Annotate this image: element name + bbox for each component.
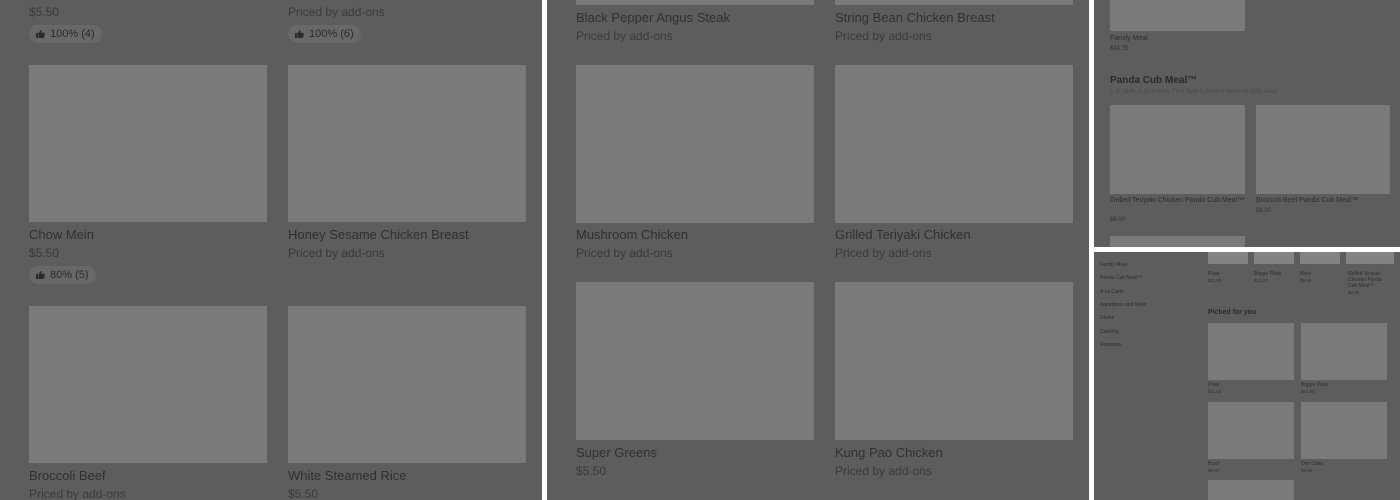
item-image: [1254, 252, 1294, 264]
item-image: [576, 282, 814, 440]
nav-item-catering[interactable]: Catering: [1100, 329, 1119, 335]
item-name: Family Meal: [1110, 35, 1148, 42]
item-price: Priced by add-ons: [835, 464, 932, 478]
item-image: [835, 282, 1073, 440]
item-image: [1256, 105, 1390, 194]
thumbs-up-icon: [295, 30, 304, 38]
item-price: $5.50: [29, 5, 60, 19]
item-price: Priced by add-ons: [29, 487, 126, 500]
item-price: Priced by add-ons: [835, 29, 932, 43]
item-price: $13.00: [1301, 389, 1315, 394]
item-name: Super Greens: [576, 445, 657, 460]
item-name: Bowl: [1300, 271, 1311, 277]
item-name: Black Pepper Angus Steak: [576, 10, 730, 25]
item-price: $6.00: [1110, 217, 1126, 223]
item-name: Grilled Teriyaki Chicken Panda Cub Meal™: [1348, 271, 1382, 289]
item-price: $9.50: [1208, 468, 1220, 473]
item-image: [288, 306, 526, 463]
item-name: Grilled Teriyaki Chicken Panda Cub Meal™: [1110, 197, 1245, 204]
item-name: Bigger Plate: [1254, 271, 1282, 277]
rating-badge: 80% (5): [29, 266, 96, 284]
item-price: $9.50: [1300, 278, 1312, 283]
item-price: $6.00: [1256, 208, 1272, 214]
item-name: Broccoli Beef: [29, 468, 106, 483]
item-name: Diet Coke: [1301, 461, 1323, 467]
item-price: Priced by add-ons: [835, 246, 932, 260]
item-image: [1208, 402, 1294, 459]
item-image: [1301, 323, 1387, 380]
item-image: [1208, 480, 1294, 500]
item-price: $5.50: [576, 464, 607, 478]
rating-text: 100% (6): [309, 28, 354, 40]
item-name: Bigger Plate: [1301, 382, 1329, 388]
item-price: $13.00: [1254, 278, 1268, 283]
item-price: $6.00: [1348, 290, 1360, 295]
rating-badge: 100% (4): [29, 25, 102, 43]
item-name: Chow Mein: [29, 227, 95, 242]
item-image: [1208, 323, 1294, 380]
item-price: $11.00: [1208, 389, 1222, 394]
item-name: Broccoli Beef Panda Cub Meal™: [1256, 197, 1359, 204]
nav-item-family-meal[interactable]: Family Meal: [1100, 262, 1127, 268]
item-price: $43.75: [1110, 46, 1129, 52]
nav-item-requests[interactable]: Requests: [1100, 342, 1121, 348]
item-image: [1208, 252, 1248, 264]
item-image: [29, 306, 267, 463]
nav-item-drinks[interactable]: Drinks: [1100, 315, 1114, 321]
item-image: [835, 65, 1073, 223]
rating-text: 80% (5): [50, 269, 89, 281]
item-image: [1346, 252, 1394, 264]
item-name: Bowl: [1208, 461, 1219, 467]
item-price: $5.50: [288, 487, 319, 500]
item-name: Grilled Teriyaki Chicken: [835, 227, 971, 242]
rating-badge: 100% (6): [288, 25, 361, 43]
item-image: [1300, 252, 1340, 264]
item-name: Honey Sesame Chicken Breast: [288, 227, 469, 242]
item-image: [1110, 236, 1245, 247]
thumbs-up-icon: [36, 271, 45, 279]
item-price: $5.50: [29, 246, 60, 260]
item-image: [29, 65, 267, 222]
item-image: [1110, 105, 1245, 194]
section-title: Panda Cub Meal™: [1110, 75, 1198, 86]
menu-panel-middle: Black Pepper Angus Steak Priced by add-o…: [547, 0, 1089, 500]
item-image: [576, 65, 814, 223]
item-price: $2.95: [1301, 468, 1313, 473]
item-price: Priced by add-ons: [576, 246, 673, 260]
nav-item-panda-cub-meal[interactable]: Panda Cub Meal™: [1100, 275, 1142, 281]
item-name: Plate: [1208, 382, 1220, 388]
menu-panel-bottom-right: Family Meal Panda Cub Meal™ A La Carte A…: [1094, 252, 1400, 500]
thumbs-up-icon: [36, 30, 45, 38]
item-price: $11.00: [1208, 278, 1222, 283]
section-subtitle: 1 Jr. Side, 1 Jr. Entree, Fruit Side & B…: [1110, 89, 1278, 95]
section-title: Picked for you: [1208, 309, 1257, 316]
item-price: Priced by add-ons: [288, 246, 385, 260]
item-image: [288, 65, 526, 222]
item-name: String Bean Chicken Breast: [835, 10, 995, 25]
rating-text: 100% (4): [50, 28, 95, 40]
item-name: Mushroom Chicken: [576, 227, 688, 242]
menu-panel-left: $5.50 100% (4) Priced by add-ons 100% (6…: [0, 0, 542, 500]
item-image: [1301, 402, 1387, 459]
nav-item-a-la-carte[interactable]: A La Carte: [1100, 289, 1124, 295]
item-image: [1110, 0, 1245, 31]
item-image: [835, 0, 1073, 5]
nav-item-appetizers[interactable]: Appetizers and More: [1100, 302, 1146, 308]
item-name: White Steamed Rice: [288, 468, 407, 483]
item-name: Kung Pao Chicken: [835, 445, 943, 460]
item-name: Plate: [1208, 271, 1220, 277]
menu-panel-top-right: Family Meal $43.75 Panda Cub Meal™ 1 Jr.…: [1094, 0, 1400, 247]
item-price: Priced by add-ons: [576, 29, 673, 43]
item-price: Priced by add-ons: [288, 5, 385, 19]
item-image: [576, 0, 814, 5]
